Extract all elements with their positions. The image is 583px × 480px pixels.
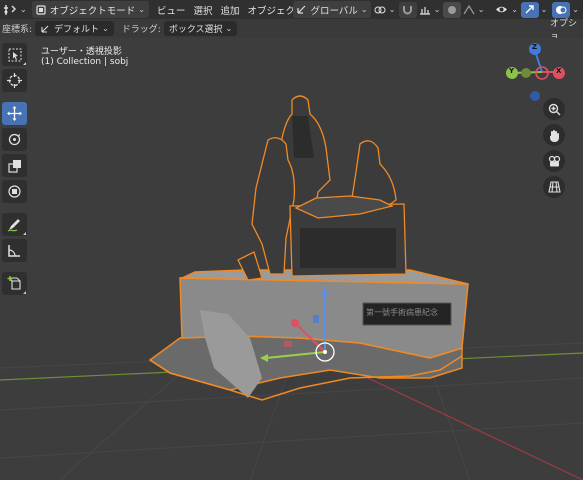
pan-button[interactable] [543, 124, 565, 146]
submenu-corner-icon [23, 62, 26, 65]
mode-selector[interactable]: オブジェクトモード ⌄ [31, 1, 149, 18]
perspective-toggle-button[interactable] [543, 176, 565, 198]
drag-label: ドラッグ: [121, 25, 161, 35]
magnifier-plus-icon [548, 103, 560, 115]
add-cube-icon [7, 276, 21, 290]
chevron-down-icon: ⌄ [225, 24, 233, 33]
scale-tool[interactable] [2, 154, 27, 177]
coord-system-label: 座標系: [2, 25, 33, 35]
eye-icon [496, 6, 508, 13]
magnet-icon [403, 6, 413, 15]
submenu-corner-icon [23, 291, 26, 294]
measure-tool[interactable] [2, 239, 27, 262]
link-icon [374, 6, 386, 13]
transform-icon [8, 185, 21, 198]
gizmo-toggle[interactable] [520, 1, 539, 18]
chevron-down-icon[interactable]: ⌄ [541, 5, 548, 14]
menu-add[interactable]: 追加 [216, 1, 243, 18]
pivot-point-button[interactable]: ⌄ [373, 2, 397, 18]
tool-column [2, 43, 28, 298]
header-right-tools: グローバル ⌄ ⌄ ⌄ ⌄ ⌄ ⌄ ⌄ [293, 1, 583, 18]
cursor-tool[interactable] [2, 69, 27, 92]
camera-icon [548, 155, 560, 167]
grid-perspective-icon [547, 181, 561, 193]
object-mode-icon [36, 4, 46, 15]
plaque-text: 第一號手術病患紀念 [366, 308, 438, 317]
transform-tool[interactable] [2, 180, 27, 203]
annotate-tool[interactable] [2, 213, 27, 236]
drag-action-value: ボックス選択 [168, 25, 223, 35]
orientation-label: グローバル [310, 5, 358, 17]
gizmo-arrow-icon [525, 5, 534, 14]
snap-toggle[interactable] [398, 1, 417, 18]
chevron-down-icon: ⌄ [102, 24, 109, 33]
coord-system-value: デフォルト [54, 25, 100, 35]
snap-increment-icon [419, 6, 430, 15]
rotate-tool[interactable] [2, 128, 27, 151]
falloff-dropdown[interactable]: ⌄ [463, 2, 485, 18]
proportional-edit-toggle[interactable] [442, 1, 461, 18]
chevron-down-icon: ⌄ [511, 5, 518, 14]
move-tool[interactable] [2, 102, 27, 125]
rotate-icon [8, 133, 21, 146]
add-cube-tool[interactable] [2, 272, 27, 295]
pencil-icon [7, 219, 20, 232]
collection-label: (1) Collection | sobj [41, 57, 129, 67]
overlay-icon [556, 5, 567, 14]
editor-type-button[interactable]: ⌄ [0, 1, 30, 18]
zoom-button[interactable] [543, 98, 565, 120]
gizmo-axis-y[interactable]: Y [509, 67, 514, 75]
view-name: ユーザー・透視投影 [41, 47, 122, 57]
transform-orientation-dropdown[interactable]: グローバル ⌄ [293, 1, 371, 18]
viewport-scene [0, 43, 583, 480]
menu-view[interactable]: ビュー [153, 1, 190, 18]
move-arrows-icon [7, 106, 22, 121]
cursor-icon [7, 73, 22, 88]
drag-action-dropdown[interactable]: ボックス選択 ⌄ [163, 21, 238, 36]
menu-select[interactable]: 選択 [189, 1, 216, 18]
editor-type-icon [4, 4, 16, 15]
select-box-icon [8, 48, 21, 61]
snap-target-dropdown[interactable]: ⌄ [419, 2, 441, 18]
chevron-down-icon: ⌄ [138, 5, 145, 14]
hand-icon [550, 129, 559, 142]
falloff-curve-icon [463, 4, 475, 14]
chevron-down-icon: ⌄ [388, 5, 396, 14]
visibility-dropdown[interactable]: ⌄ [495, 2, 519, 18]
chevron-down-icon: ⌄ [20, 5, 27, 14]
chevron-down-icon[interactable]: ⌄ [572, 5, 579, 14]
chevron-down-icon: ⌄ [360, 5, 368, 14]
scale-icon [7, 159, 21, 173]
chevron-down-icon: ⌄ [477, 5, 485, 14]
proportional-edit-icon [447, 5, 456, 14]
gizmo-axis-z[interactable]: Z [532, 43, 537, 51]
viewport-header: ⌄ オブジェクトモード ⌄ ビュー 選択 追加 オブジェクト グローバル ⌄ ⌄… [0, 0, 583, 19]
mode-label: オブジェクトモード [49, 5, 136, 17]
orientation-icon [297, 5, 306, 14]
3d-viewport[interactable]: Z Y X 第一號手術病患紀念 ユーザー・透視投影 (1) Collection… [0, 38, 583, 480]
statue-base [148, 269, 469, 398]
tool-settings-bar: 座標系: デフォルト ⌄ ドラッグ: ボックス選択 ⌄ [0, 19, 583, 38]
gizmo-axis-x[interactable]: X [556, 67, 561, 75]
chevron-down-icon: ⌄ [433, 5, 441, 14]
axes-icon [41, 25, 49, 33]
coord-system-dropdown[interactable]: デフォルト ⌄ [35, 21, 114, 36]
select-box-tool[interactable] [2, 43, 27, 66]
submenu-corner-icon [23, 232, 26, 235]
ruler-icon [8, 245, 20, 257]
camera-view-button[interactable] [543, 150, 565, 172]
options-tab[interactable]: オプショ [548, 19, 583, 42]
